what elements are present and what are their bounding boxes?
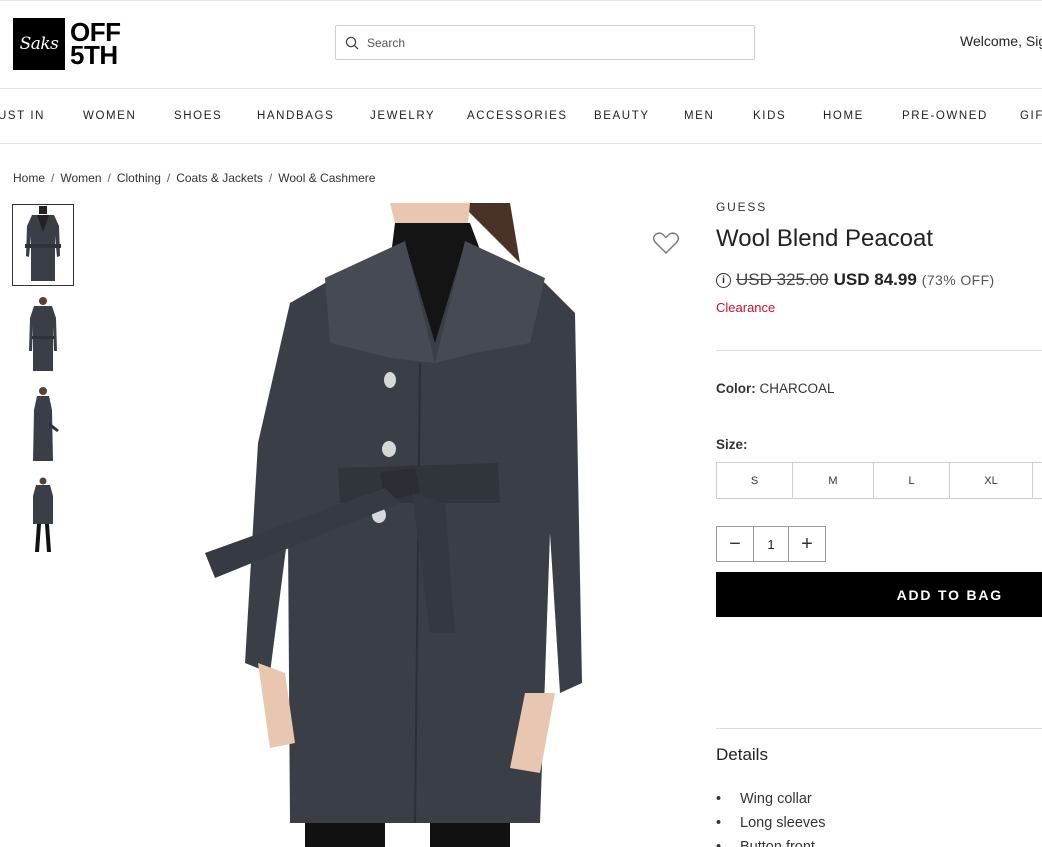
breadcrumb-separator: / [51,171,55,185]
divider [716,728,1042,729]
nav-item-home[interactable]: HOME [823,110,864,122]
category-nav: UST IN WOMEN SHOES HANDBAGS JEWELRY ACCE… [0,88,1042,144]
details-heading[interactable]: Details [716,745,768,765]
size-option-m[interactable]: M [792,462,874,499]
size-option-more[interactable] [1032,462,1042,499]
nav-item-handbags[interactable]: HANDBAGS [257,110,334,122]
color-selection: Color: CHARCOAL [716,381,835,396]
thumbnail-front[interactable] [12,204,74,286]
logo-line-2: 5TH [70,40,118,70]
logo-mark: Saks [13,18,65,70]
size-option-l[interactable]: L [873,462,950,499]
sale-price: USD 84.99 [833,270,917,289]
search-bar[interactable] [335,25,755,60]
logo-wordmark: OFF 5TH [70,19,121,70]
nav-item-jewelry[interactable]: JEWELRY [370,110,435,122]
nav-item-kids[interactable]: KIDS [753,110,786,122]
size-label: Size: [716,437,748,452]
coat-profile-thumbnail-image [33,387,59,461]
nav-item-accessories[interactable]: ACCESSORIES [467,110,568,122]
coat-front-thumbnail-image [25,206,61,281]
size-option-xl[interactable]: XL [949,462,1033,499]
heart-icon[interactable] [652,231,680,255]
site-header: Saks OFF 5TH Welcome, Sig [0,0,1042,88]
divider [716,350,1042,351]
list-item: Wing collar [716,789,825,813]
breadcrumb-separator: / [268,171,273,185]
saks-off-5th-logo[interactable]: Saks OFF 5TH [13,18,121,70]
nav-item-beauty[interactable]: BEAUTY [594,110,650,122]
breadcrumb-separator: / [166,171,171,185]
breadcrumb-separator: / [107,171,111,185]
quantity-value[interactable]: 1 [753,527,789,561]
welcome-sign-in-link[interactable]: Welcome, Sig [960,33,1042,49]
discount-percent: (73% OFF) [921,272,995,288]
search-input[interactable] [367,35,727,50]
product-main-image[interactable] [190,203,690,847]
breadcrumb: Home / Women / Clothing / Coats & Jackets / Wool… [13,171,375,185]
quantity-increase-button[interactable]: + [789,527,825,561]
quantity-decrease-button[interactable]: − [717,527,753,561]
nav-item-gifts[interactable]: GIF [1020,110,1042,122]
quantity-stepper: − 1 + [716,526,826,562]
details-list: Wing collar Long sleeves Button front [716,789,825,847]
breadcrumb-home[interactable]: Home [13,171,45,185]
nav-item-just-in[interactable]: UST IN [0,110,45,122]
price-row: i USD 325.00 USD 84.99 (73% OFF) [716,270,995,290]
color-value: CHARCOAL [759,381,835,396]
info-icon[interactable]: i [716,272,731,288]
nav-item-women[interactable]: WOMEN [83,110,136,122]
thumbnail-full-length[interactable] [12,474,74,556]
original-price: USD 325.00 [736,270,829,289]
breadcrumb-clothing[interactable]: Clothing [117,171,161,185]
coat-full-length-thumbnail-image [33,477,53,552]
clearance-label: Clearance [716,300,776,315]
size-selector: S M L XL [716,462,1042,499]
product-brand[interactable]: GUESS [716,200,767,214]
thumbnail-side[interactable] [12,294,74,376]
breadcrumb-women[interactable]: Women [60,171,101,185]
wool-peacoat-model-image [190,203,690,847]
color-label: Color: [716,381,756,396]
search-icon [345,36,359,49]
size-option-s[interactable]: S [716,462,793,499]
nav-item-men[interactable]: MEN [684,110,714,122]
add-to-bag-button[interactable]: ADD TO BAG [716,572,1042,617]
product-title: Wool Blend Peacoat [716,225,934,252]
breadcrumb-coats-jackets[interactable]: Coats & Jackets [176,171,263,185]
nav-item-shoes[interactable]: SHOES [174,110,222,122]
coat-side-thumbnail-image [29,297,57,371]
nav-item-pre-owned[interactable]: PRE-OWNED [902,110,988,122]
thumbnail-profile[interactable] [12,384,74,466]
breadcrumb-wool-cashmere[interactable]: Wool & Cashmere [278,171,375,185]
list-item: Long sleeves [716,813,825,837]
list-item: Button front [716,837,825,847]
